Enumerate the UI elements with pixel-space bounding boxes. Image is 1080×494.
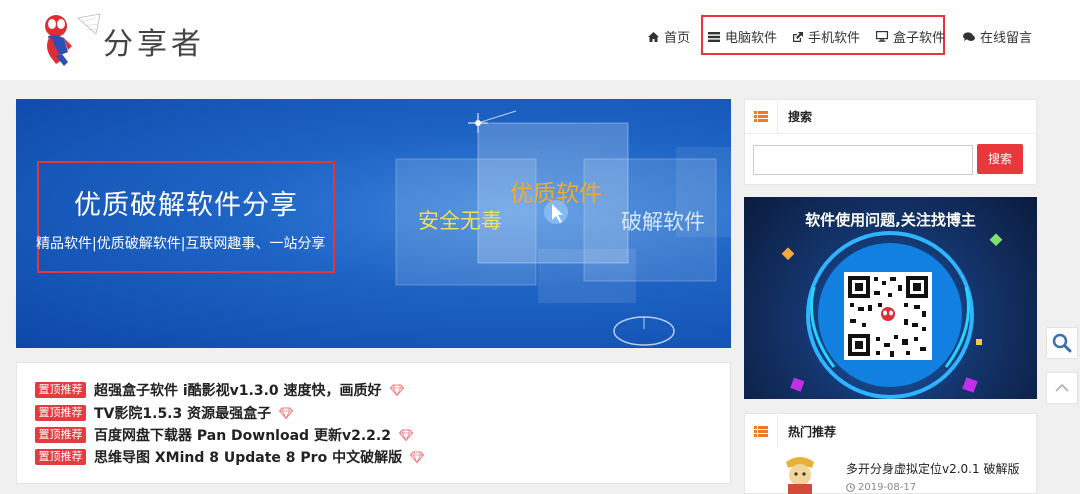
nav-home-label: 首页 <box>664 31 691 46</box>
list-item[interactable]: 置顶推荐 百度网盘下载器 Pan Download 更新v2.2.2 <box>35 425 413 445</box>
list-item[interactable]: 置顶推荐 TV影院1.5.3 资源最强盒子 <box>35 403 294 423</box>
nav-pc-software-label: 电脑软件 <box>725 31 778 46</box>
banner-tag-crack: 破解软件 <box>621 210 705 234</box>
list-icon <box>708 31 720 42</box>
nav-pc-software[interactable]: 电脑软件 <box>708 27 777 46</box>
promo-title: 软件使用问题,关注找博主 <box>805 211 976 229</box>
hot-post-date-text: 2019-08-17 <box>858 482 917 493</box>
pinned-badge: 置顶推荐 <box>35 405 86 421</box>
list-icon <box>745 100 778 133</box>
search-icon <box>1052 333 1072 353</box>
banner-subtitle: 精品软件|优质破解软件|互联网趣事、一站分享 <box>36 236 326 252</box>
clock-icon <box>846 483 855 492</box>
nav-guestbook[interactable]: 在线留言 <box>963 27 1032 46</box>
float-search-button[interactable] <box>1046 327 1078 359</box>
nav-mobile-software-label: 手机软件 <box>808 31 861 46</box>
list-item[interactable]: 置顶推荐 思维导图 XMind 8 Update 8 Pro 中文破解版 <box>35 447 425 467</box>
chevron-up-icon <box>1055 383 1069 392</box>
nav-home[interactable]: 首页 <box>648 27 690 46</box>
comments-icon <box>963 31 975 41</box>
search-button[interactable]: 搜索 <box>977 144 1023 174</box>
monitor-icon <box>876 31 888 42</box>
search-input[interactable] <box>753 145 973 175</box>
diamond-icon <box>279 407 294 419</box>
post-thumbnail[interactable] <box>778 448 822 494</box>
hot-recommend-widget: 热门推荐 <box>744 413 1037 449</box>
post-title-link[interactable]: 超强盒子软件 i酷影视v1.3.0 速度快，画质好 <box>94 380 382 400</box>
pinned-badge: 置顶推荐 <box>35 427 86 443</box>
diamond-icon <box>389 384 404 396</box>
hot-post-date: 2019-08-17 <box>846 482 916 493</box>
banner-tag-quality: 优质软件 <box>510 181 602 207</box>
nav-box-software-label: 盒子软件 <box>893 31 946 46</box>
home-icon <box>648 31 659 42</box>
diamond-icon <box>410 451 425 463</box>
post-title-link[interactable]: 百度网盘下载器 Pan Download 更新v2.2.2 <box>94 425 391 445</box>
post-title-link[interactable]: 思维导图 XMind 8 Update 8 Pro 中文破解版 <box>94 447 402 467</box>
site-header: 分享者 首页 电脑软件 手机软件 盒子软件 在线留言 <box>0 0 1080 80</box>
back-to-top-button[interactable] <box>1046 372 1078 404</box>
post-title-link[interactable]: TV影院1.5.3 资源最强盒子 <box>94 403 271 423</box>
list-item[interactable]: 置顶推荐 超强盒子软件 i酷影视v1.3.0 速度快，画质好 <box>35 380 404 400</box>
hot-post-title[interactable]: 多开分身虚拟定位v2.0.1 破解版 <box>846 460 1019 477</box>
nav-guestbook-label: 在线留言 <box>980 31 1033 46</box>
search-widget-title: 搜索 <box>788 110 813 124</box>
list-icon <box>745 414 778 448</box>
site-logo[interactable]: 分享者 <box>38 10 218 70</box>
pinned-recommend-list: 置顶推荐 超强盒子软件 i酷影视v1.3.0 速度快，画质好 置顶推荐 TV影院… <box>16 362 731 484</box>
search-widget-header: 搜索 <box>745 100 1036 134</box>
hot-widget-title: 热门推荐 <box>788 424 837 439</box>
banner-tag-safe: 安全无毒 <box>418 209 502 233</box>
hero-banner[interactable]: 优质破解软件分享 精品软件|优质破解软件|互联网趣事、一站分享 安全无毒 优质软… <box>16 99 731 348</box>
pinned-badge: 置顶推荐 <box>35 382 86 398</box>
banner-title: 优质破解软件分享 <box>74 190 298 221</box>
spiderman-logo-icon <box>45 13 101 66</box>
site-name: 分享者 <box>103 27 205 62</box>
share-icon <box>793 31 803 42</box>
hot-widget-header: 热门推荐 <box>745 414 1036 448</box>
diamond-icon <box>398 429 413 441</box>
pinned-badge: 置顶推荐 <box>35 449 86 465</box>
nav-mobile-software[interactable]: 手机软件 <box>792 27 860 46</box>
nav-box-software[interactable]: 盒子软件 <box>876 27 945 46</box>
wechat-promo-banner[interactable]: 软件使用问题,关注找博主 <box>744 197 1037 399</box>
